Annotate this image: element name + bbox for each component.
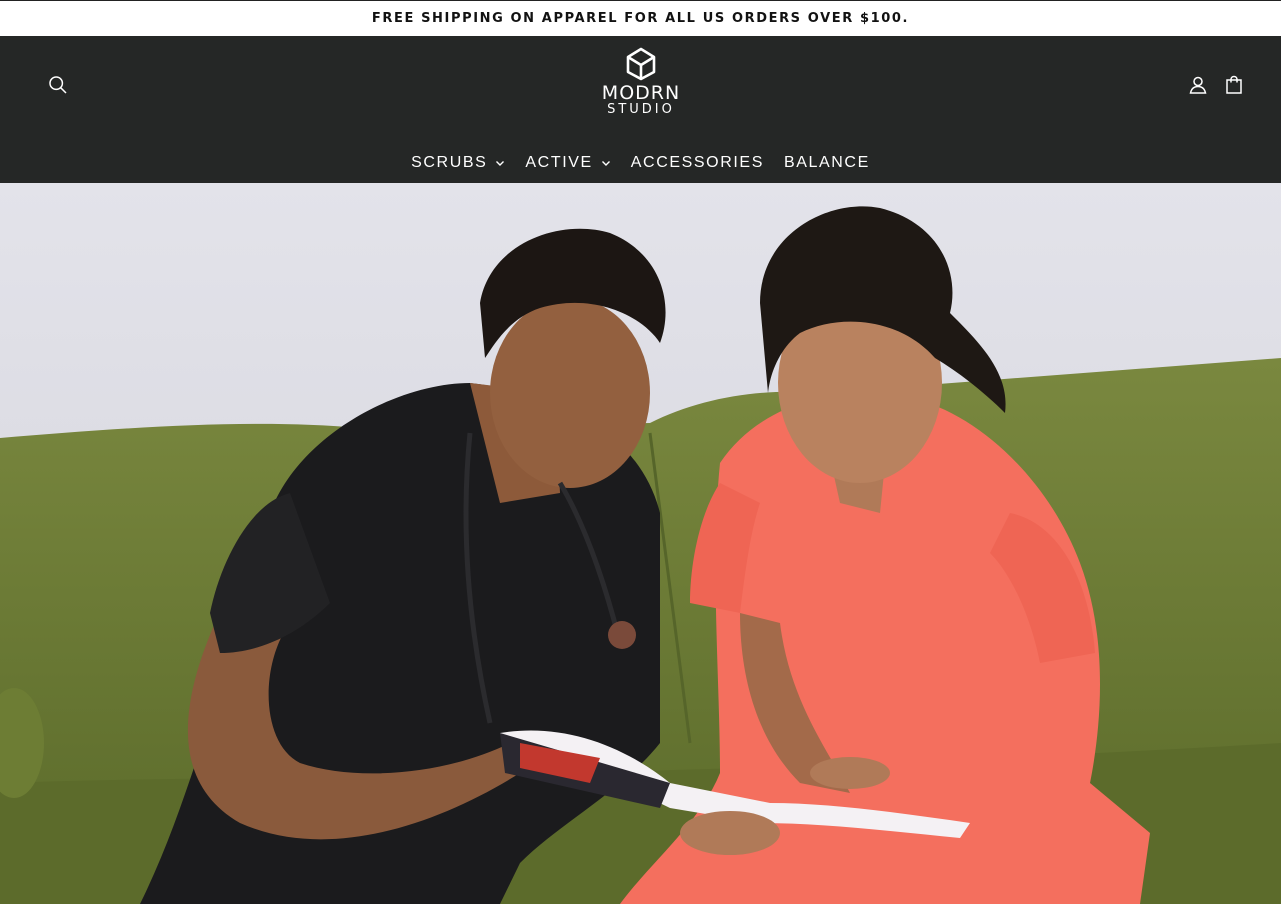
nav-item-accessories[interactable]: ACCESSORIES bbox=[621, 154, 774, 172]
bag-icon bbox=[1226, 75, 1242, 94]
account-button[interactable] bbox=[1183, 70, 1213, 100]
nav-item-balance[interactable]: BALANCE bbox=[774, 154, 880, 172]
nav-item-label: ACTIVE bbox=[525, 154, 593, 171]
main-nav: SCRUBS ACTIVE ACCESSORIES BALANCE bbox=[0, 148, 1281, 178]
announcement-bar: FREE SHIPPING ON APPAREL FOR ALL US ORDE… bbox=[0, 0, 1281, 36]
site-header: MODRN STUDIO SCRUBS ACTIVE ACCESSORIES B… bbox=[0, 36, 1281, 183]
hero-image bbox=[0, 183, 1281, 904]
logo-text-modrn: MODRN bbox=[601, 82, 681, 104]
hero-banner[interactable] bbox=[0, 183, 1281, 904]
chevron-down-icon bbox=[601, 161, 610, 166]
nav-item-label: SCRUBS bbox=[411, 154, 488, 171]
user-icon bbox=[1189, 76, 1207, 94]
nav-item-scrubs[interactable]: SCRUBS bbox=[401, 154, 515, 172]
cart-button[interactable] bbox=[1219, 70, 1249, 100]
search-icon bbox=[49, 76, 67, 94]
logo-text-studio: STUDIO bbox=[607, 102, 675, 117]
site-logo[interactable]: MODRN STUDIO bbox=[590, 46, 692, 124]
chevron-down-icon bbox=[496, 161, 505, 166]
hexagon-m-logo-icon bbox=[626, 47, 656, 81]
nav-item-label: BALANCE bbox=[783, 154, 870, 171]
announcement-text: FREE SHIPPING ON APPAREL FOR ALL US ORDE… bbox=[371, 11, 910, 26]
search-button[interactable] bbox=[43, 70, 73, 100]
nav-item-label: ACCESSORIES bbox=[630, 154, 764, 171]
nav-item-active[interactable]: ACTIVE bbox=[515, 154, 620, 172]
